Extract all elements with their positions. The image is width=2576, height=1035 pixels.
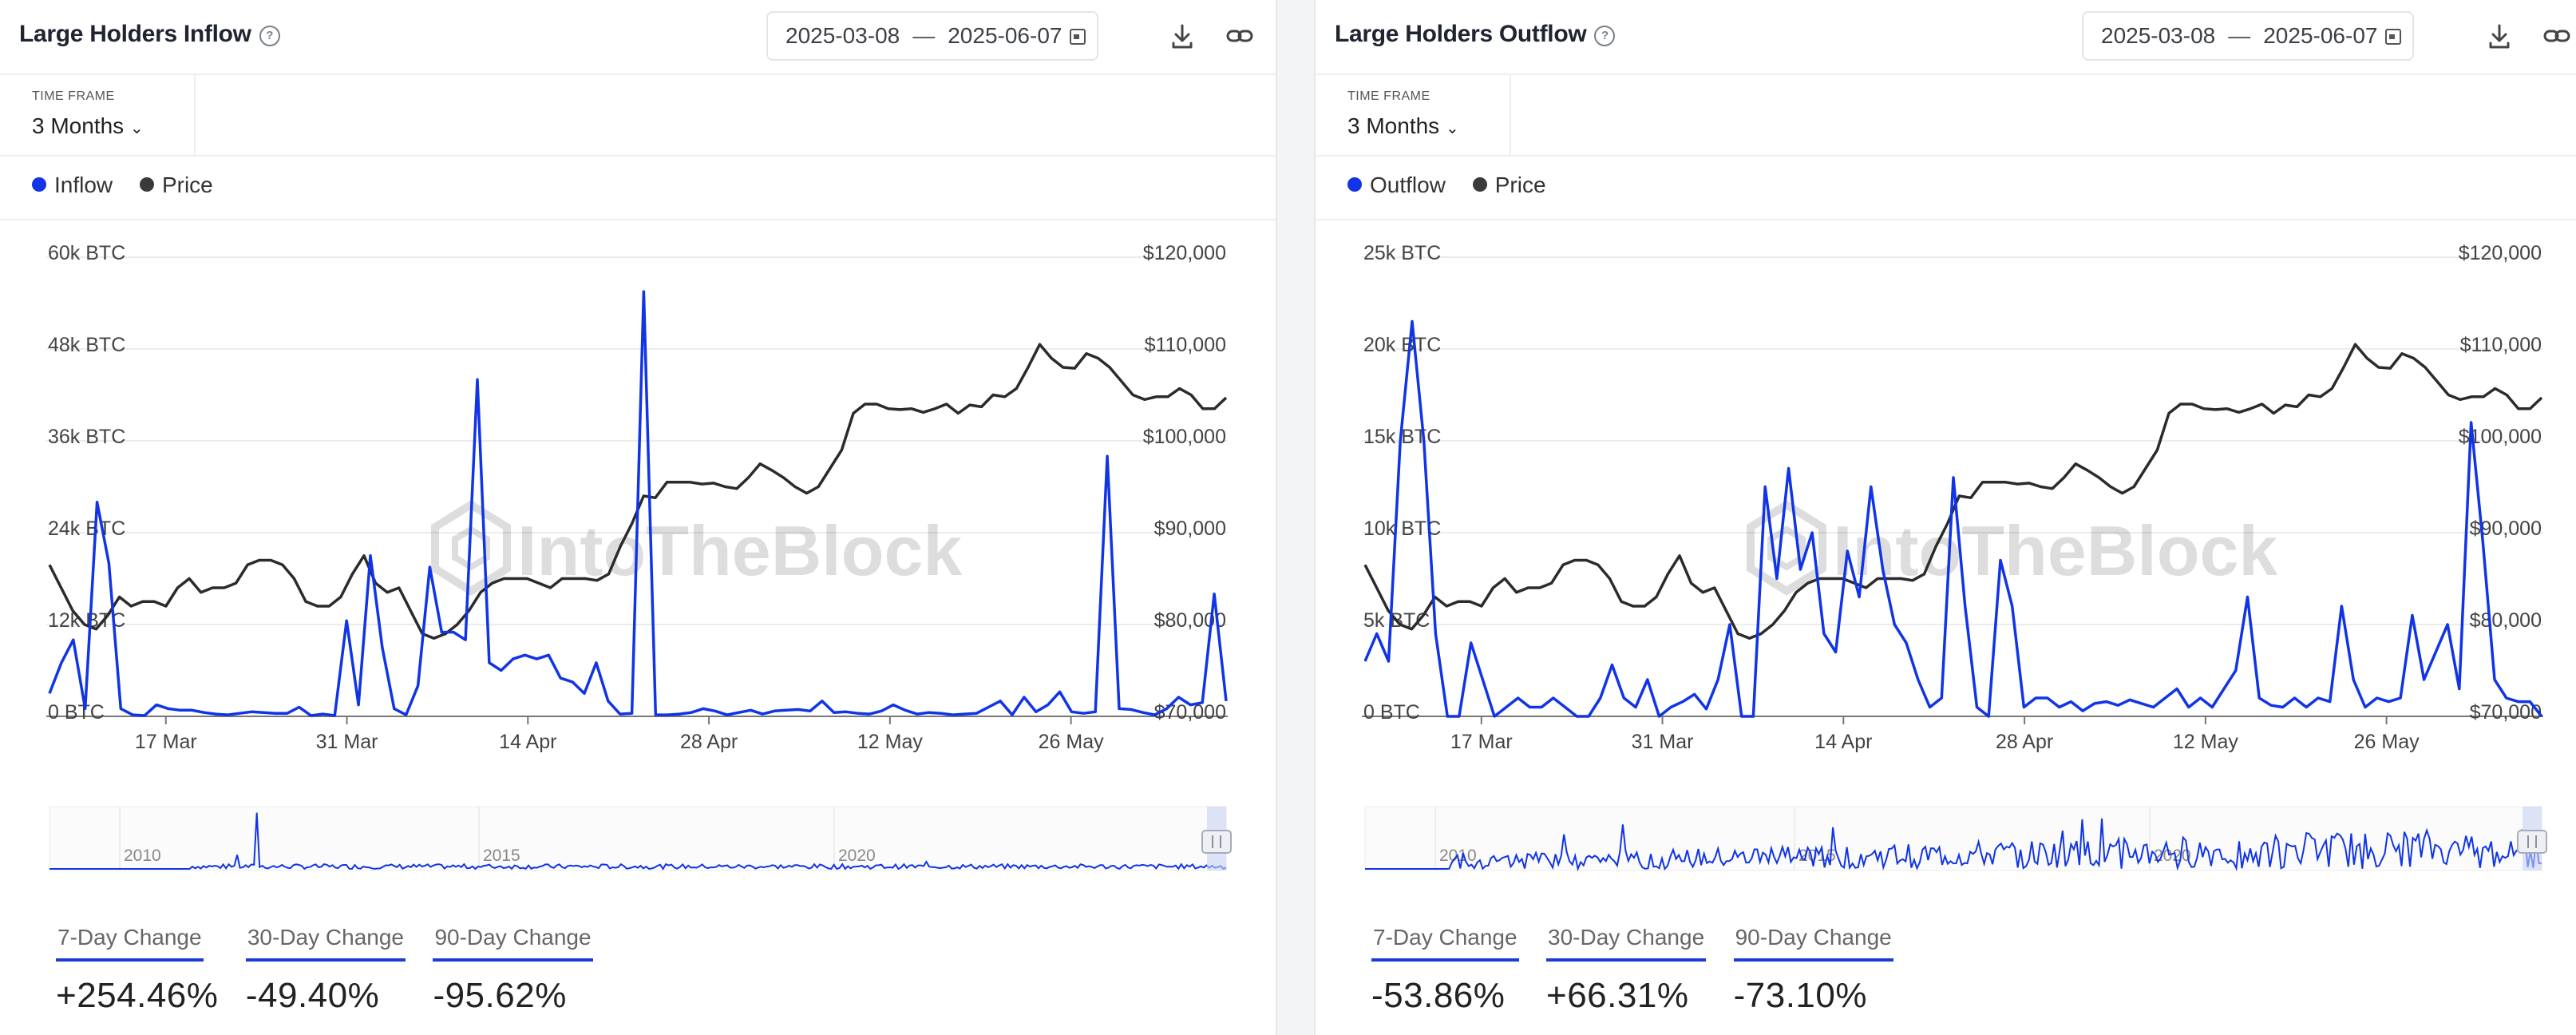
x-tick-label: 17 Mar [135, 731, 197, 753]
help-icon[interactable]: ? [259, 26, 280, 46]
panel-title: Large Holders Outflow? [1335, 21, 1616, 48]
download-icon[interactable] [2483, 19, 2516, 53]
navigator-year-label: 2020 [838, 847, 876, 865]
chevron-down-icon: ⌄ [1445, 120, 1459, 137]
y-left-tick-label: 0 BTC [48, 701, 105, 724]
time-frame-value[interactable]: 3 Months ⌄ [1347, 113, 1459, 139]
y-right-tick-label: $110,000 [1145, 334, 1226, 356]
date-from: 2025-03-08 [2101, 23, 2216, 48]
x-tick-label: 17 Mar [1450, 731, 1513, 753]
legend-dot-icon [1347, 177, 1362, 192]
navigator-background [49, 806, 1227, 871]
navigator-year-label: 2010 [124, 847, 161, 865]
y-right-tick-label: $80,000 [2470, 609, 2542, 632]
navigator-year-label: 2015 [483, 847, 520, 865]
time-frame-selector[interactable]: TIME FRAME 3 Months ⌄ [0, 75, 196, 155]
inflow-panel: Large Holders Inflow? 2025-03-08—2025-06… [0, 0, 1276, 1035]
legend-dot-icon [1472, 177, 1487, 192]
legend-item-flow[interactable]: Outflow [1347, 172, 1446, 198]
panel-divider [1276, 0, 1316, 1035]
date-to: 2025-06-07 [2263, 23, 2378, 48]
time-frame-label: TIME FRAME [1347, 89, 1430, 103]
panel-header: Large Holders Outflow? 2025-03-08—2025-0… [1316, 0, 2576, 75]
range-navigator[interactable]: 2010 2015 2020 [1316, 799, 2576, 886]
x-tick-label: 26 May [1039, 731, 1104, 753]
x-tick-label: 31 Mar [316, 731, 378, 753]
help-icon[interactable]: ? [1594, 26, 1616, 46]
y-left-tick-label: 48k BTC [48, 334, 125, 356]
y-left-tick-label: 20k BTC [1363, 334, 1441, 356]
legend-dot-icon [32, 177, 46, 192]
x-tick-label: 26 May [2354, 731, 2420, 753]
range-navigator[interactable]: 2010 2015 2020 [0, 799, 1276, 886]
link-icon[interactable] [1223, 19, 1256, 53]
chart-legend: Outflow Price [1347, 172, 1567, 198]
link-icon[interactable] [2540, 19, 2574, 53]
date-from: 2025-03-08 [785, 23, 900, 48]
outflow-chart[interactable]: IntoTheBlock0 BTC5k BTC10k BTC15k BTC20k… [1316, 224, 2576, 783]
x-tick-label: 12 May [857, 731, 923, 753]
x-tick-label: 14 Apr [1814, 731, 1872, 753]
chevron-down-icon: ⌄ [129, 120, 144, 137]
y-right-tick-label: $90,000 [1154, 518, 1226, 540]
y-left-tick-label: 60k BTC [48, 242, 125, 264]
y-right-tick-label: $120,000 [2459, 242, 2542, 264]
stat-30-day: 30-Day Change -49.40% [245, 925, 406, 1015]
x-tick-label: 31 Mar [1632, 731, 1694, 753]
change-stats: 7-Day Change +254.46% 30-Day Change -49.40… [56, 925, 617, 1016]
chart-legend: Inflow Price [32, 172, 234, 198]
time-frame-value[interactable]: 3 Months ⌄ [32, 113, 144, 139]
panel-title: Large Holders Inflow? [19, 21, 280, 48]
y-right-tick-label: $120,000 [1143, 242, 1226, 264]
y-left-tick-label: 36k BTC [48, 426, 125, 448]
change-stats: 7-Day Change -53.86% 30-Day Change +66.31%… [1371, 925, 1917, 1016]
navigator-handle-icon[interactable] [1201, 830, 1232, 854]
stat-90-day: 90-Day Change -95.62% [433, 925, 593, 1015]
download-icon[interactable] [1165, 19, 1199, 53]
navigator-handle-icon[interactable] [2517, 830, 2547, 854]
legend-item-flow[interactable]: Inflow [32, 172, 113, 198]
calendar-icon [2385, 29, 2402, 45]
y-right-tick-label: $110,000 [2460, 334, 2542, 356]
stat-7-day: 7-Day Change +254.46% [56, 925, 219, 1015]
stat-30-day: 30-Day Change +66.31% [1546, 925, 1707, 1015]
y-right-tick-label: $100,000 [1143, 426, 1226, 448]
x-tick-label: 28 Apr [1996, 731, 2053, 753]
y-left-tick-label: 25k BTC [1363, 242, 1441, 264]
x-tick-label: 28 Apr [680, 731, 738, 753]
date-to: 2025-06-07 [948, 23, 1062, 48]
panel-header: Large Holders Inflow? 2025-03-08—2025-06… [0, 0, 1276, 75]
inflow-chart[interactable]: IntoTheBlock0 BTC12k BTC24k BTC36k BTC48… [0, 224, 1276, 783]
outflow-panel: Large Holders Outflow? 2025-03-08—2025-0… [1316, 0, 2576, 1035]
calendar-icon [1070, 29, 1086, 45]
x-tick-label: 12 May [2173, 731, 2238, 753]
stat-7-day: 7-Day Change -53.86% [1371, 925, 1519, 1015]
navigator-year-label: 2020 [2154, 847, 2191, 865]
date-range-picker[interactable]: 2025-03-08—2025-06-07 [766, 11, 1099, 61]
x-tick-label: 14 Apr [499, 731, 556, 753]
y-left-tick-label: 0 BTC [1363, 701, 1420, 724]
time-frame-selector[interactable]: TIME FRAME 3 Months ⌄ [1316, 75, 1511, 155]
legend-item-price[interactable]: Price [1472, 172, 1546, 198]
date-range-picker[interactable]: 2025-03-08—2025-06-07 [2082, 11, 2415, 61]
time-frame-label: TIME FRAME [32, 89, 115, 103]
legend-dot-icon [139, 177, 154, 192]
y-left-tick-label: 24k BTC [48, 518, 125, 540]
legend-item-price[interactable]: Price [139, 172, 213, 198]
stat-90-day: 90-Day Change -73.10% [1733, 925, 1893, 1015]
